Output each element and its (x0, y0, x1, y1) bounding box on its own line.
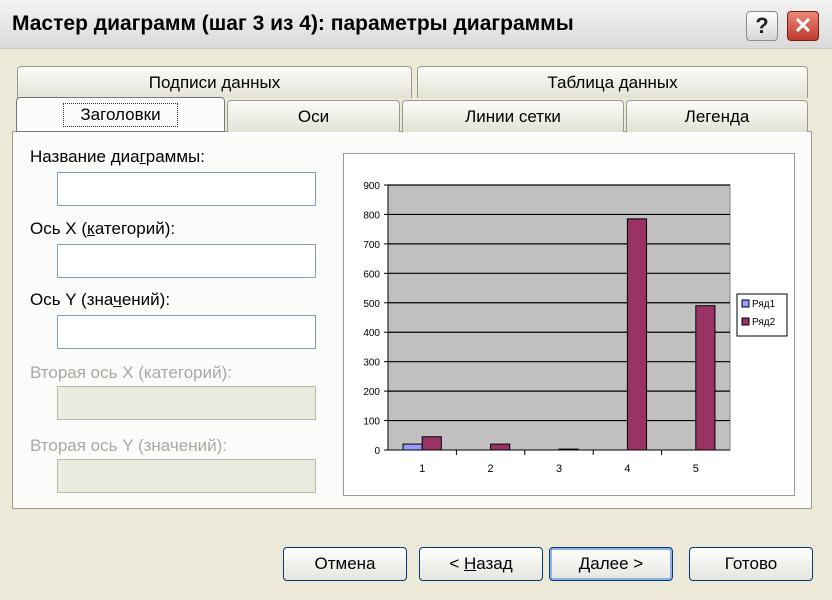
tab-data-table[interactable]: Таблица данных (417, 66, 808, 98)
close-button[interactable]: ✕ (787, 11, 819, 41)
tab-label: Заголовки (63, 102, 178, 127)
chart-svg: 0 100 200 300 400 500 600 700 800 900 1 2 3 4 5 Ряд1 Ряд… (363, 181, 788, 475)
bar-Ряд2-4 (626, 218, 648, 451)
button-label: < Назад (449, 554, 513, 573)
y-tick-label: 400 (363, 328, 380, 339)
tab-label: Подписи данных (148, 72, 281, 92)
x-tick-label: 2 (488, 463, 494, 475)
y-axis-input[interactable] (57, 315, 316, 349)
close-icon: ✕ (793, 13, 813, 38)
y-tick-label: 500 (363, 299, 380, 310)
legend-swatch (741, 317, 750, 326)
tab-label: Легенда (684, 106, 750, 126)
bar-Ряд2-2 (490, 443, 511, 451)
chart-title-input[interactable] (57, 172, 316, 206)
y2-axis-input (57, 459, 316, 493)
cancel-button[interactable]: Отмена (283, 547, 407, 581)
x2-axis-label: Вторая ось X (категорий): (30, 363, 232, 382)
tab-gridlines[interactable]: Линии сетки (402, 100, 624, 132)
back-button[interactable]: < Назад (419, 547, 543, 581)
button-label: Далее > (578, 554, 644, 573)
button-label: Готово (724, 554, 778, 573)
title-bar: Мастер диаграмм (шаг 3 из 4): параметры … (0, 0, 832, 49)
tab-titles[interactable]: Заголовки (16, 97, 225, 132)
tab-label: Таблица данных (547, 72, 678, 92)
x-axis-input[interactable] (57, 244, 316, 278)
y-tick-label: 700 (363, 240, 380, 251)
button-label: Отмена (314, 554, 376, 573)
chart-title-label: Название диаграммы: (30, 147, 205, 166)
tab-label: Линии сетки (465, 106, 561, 126)
bar-Ряд2-1 (421, 436, 442, 451)
x-tick-label: 5 (693, 463, 699, 475)
next-button[interactable]: Далее > (549, 547, 673, 581)
x-axis-label: Ось X (категорий): (30, 219, 176, 238)
legend-swatch (741, 299, 750, 308)
tab-axes[interactable]: Оси (227, 100, 400, 132)
y-tick-label: 200 (363, 387, 380, 398)
tab-legend[interactable]: Легенда (626, 100, 808, 132)
x-tick-label: 4 (624, 463, 630, 475)
y-tick-label: 0 (374, 446, 380, 457)
x-tick-label: 1 (419, 463, 425, 475)
bar-Ряд1-1 (402, 443, 423, 451)
legend-label: Ряд2 (752, 317, 776, 328)
y-tick-label: 800 (363, 210, 380, 221)
tab-label: Оси (297, 106, 330, 126)
tab-data-labels[interactable]: Подписи данных (17, 66, 412, 98)
plot-area (387, 184, 731, 451)
x2-axis-input (57, 386, 316, 420)
help-icon: ? (755, 13, 769, 38)
legend-label: Ряд1 (752, 299, 776, 310)
y-axis-label: Ось Y (значений): (30, 290, 171, 309)
y-tick-label: 300 (363, 358, 380, 369)
y2-axis-label: Вторая ось Y (значений): (30, 436, 227, 455)
y-tick-label: 900 (363, 181, 380, 192)
finish-button[interactable]: Готово (689, 547, 813, 581)
x-tick-label: 3 (556, 463, 562, 475)
bar-Ряд2-3 (558, 448, 579, 451)
window-title: Мастер диаграмм (шаг 3 из 4): параметры … (12, 12, 574, 35)
bar-Ряд2-5 (695, 305, 716, 451)
chart-preview: 0 100 200 300 400 500 600 700 800 900 1 2 3 4 5 Ряд1 Ряд… (343, 153, 795, 496)
help-button[interactable]: ? (746, 11, 778, 41)
y-tick-label: 600 (363, 269, 380, 280)
y-tick-label: 100 (363, 417, 380, 428)
